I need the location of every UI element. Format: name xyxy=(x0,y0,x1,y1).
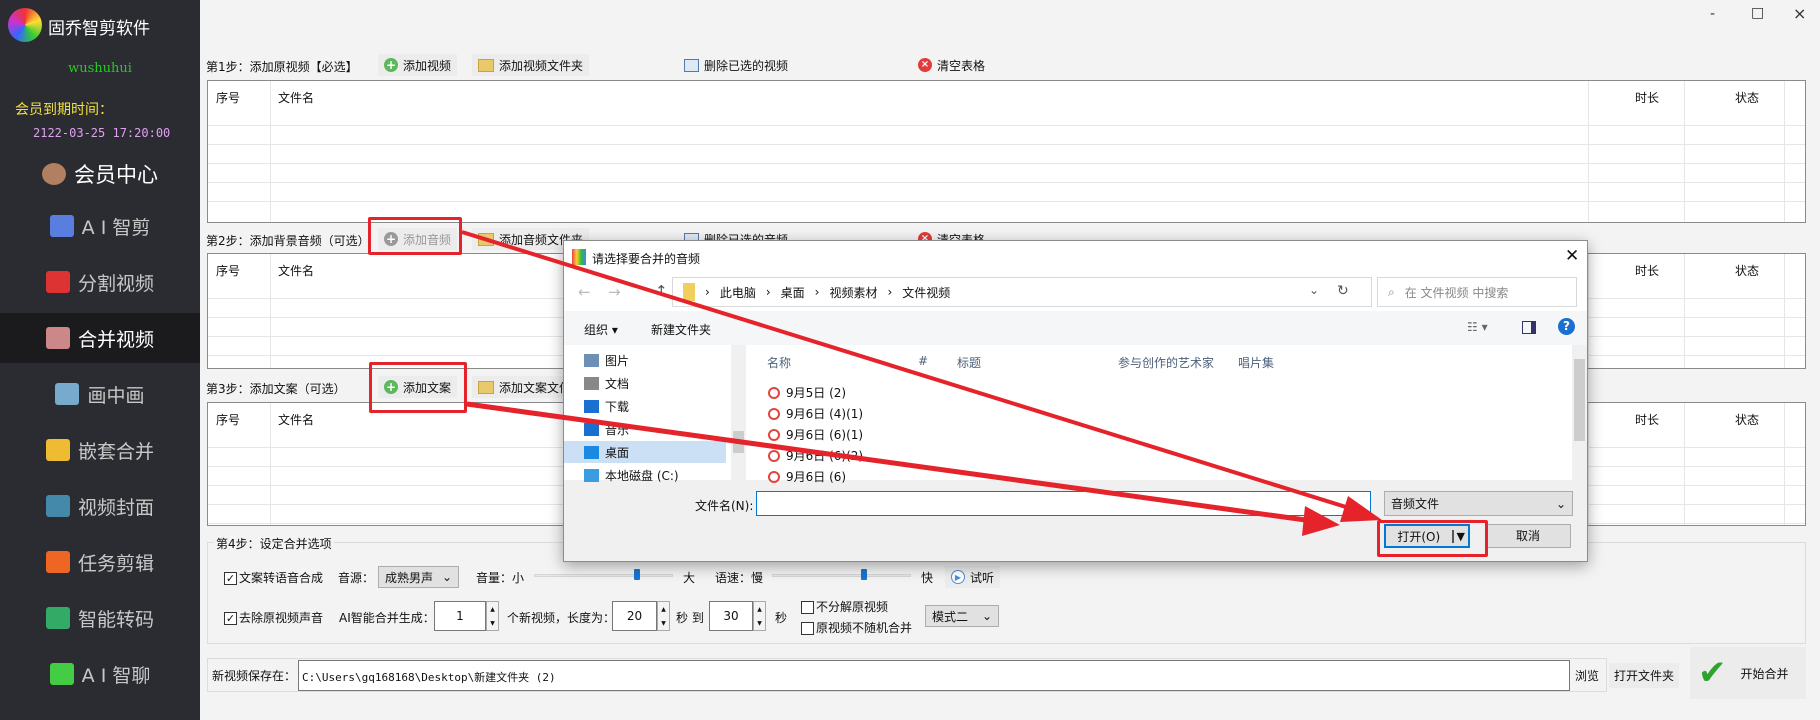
arrow-line xyxy=(466,401,1321,525)
arrow-head xyxy=(1340,496,1382,522)
arrow-head xyxy=(1302,506,1340,536)
annotation-arrows xyxy=(461,230,1382,536)
arrow-line xyxy=(461,230,1363,514)
